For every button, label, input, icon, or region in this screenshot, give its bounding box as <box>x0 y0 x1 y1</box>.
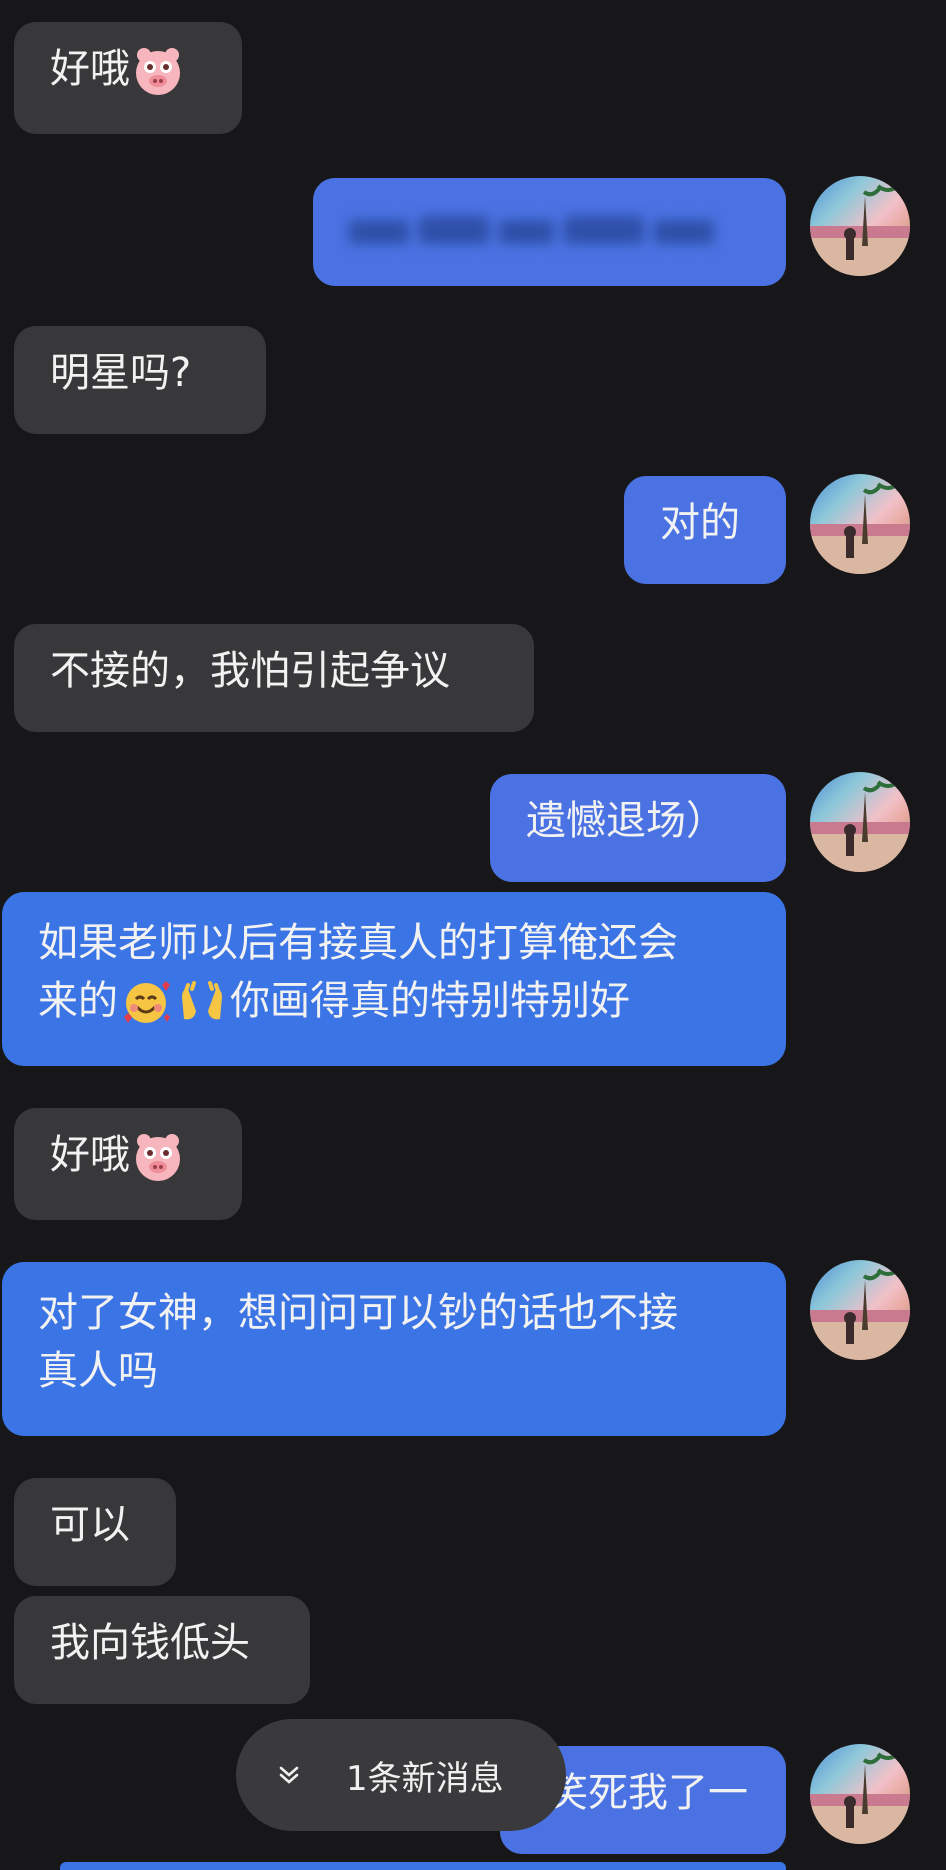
message-bubble-received[interactable]: 明星吗? <box>14 326 266 434</box>
message-text-line-1: 对了女神，想问问可以钞的话也不接 <box>38 1290 678 1336</box>
user-avatar[interactable] <box>810 474 910 574</box>
user-avatar[interactable] <box>810 176 910 276</box>
message-text: 可以 <box>50 1502 130 1548</box>
message-text-line-2: 真人吗 <box>38 1348 158 1394</box>
message-bubble-sent[interactable]: 对的 <box>624 476 786 584</box>
message-bubble-sent[interactable]: 如果老师以后有接真人的打算俺还会 来的 你画得真的特别特别好 <box>2 892 786 1066</box>
new-message-label: 1条新消息 <box>346 1758 504 1799</box>
message-text: 对的 <box>660 500 740 546</box>
message-text: 好哦 <box>50 1132 130 1178</box>
message-text: 遗憾退场） <box>526 798 726 844</box>
message-bubble-sent[interactable]: 对了女神，想问问可以钞的话也不接 真人吗 <box>2 1262 786 1436</box>
message-bubble-received[interactable]: 好哦 <box>14 22 242 134</box>
message-bubble-sent[interactable]: 遗憾退场） <box>490 774 786 882</box>
pig-emoji-icon <box>136 48 180 95</box>
message-text: 明星吗? <box>50 350 192 396</box>
new-message-button[interactable]: 1条新消息 <box>236 1719 566 1831</box>
message-text: 好哦 <box>50 46 130 92</box>
message-bubble-received[interactable]: 我向钱低头 <box>14 1596 310 1704</box>
blurred-text <box>349 206 750 258</box>
palms-up-emoji-icon <box>182 981 222 1020</box>
message-text: 不接的，我怕引起争议 <box>50 648 450 694</box>
message-bubble-received[interactable]: 不接的，我怕引起争议 <box>14 624 534 732</box>
message-text-line-1: 如果老师以后有接真人的打算俺还会 <box>38 920 678 966</box>
smiling-hearts-emoji-icon <box>124 981 170 1023</box>
user-avatar[interactable] <box>810 772 910 872</box>
message-bubble-received[interactable]: 可以 <box>14 1478 176 1586</box>
message-text-line-2: 来的 你画得真的特别特别好 <box>38 972 750 1030</box>
message-text: 笑死我了一 <box>548 1770 748 1816</box>
double-chevron-down-icon <box>279 1766 299 1784</box>
next-message-edge <box>60 1862 786 1870</box>
pig-emoji-icon <box>136 1134 180 1181</box>
user-avatar[interactable] <box>810 1744 910 1844</box>
message-bubble-sent-blurred[interactable] <box>313 178 786 286</box>
message-text: 我向钱低头 <box>50 1620 250 1666</box>
message-bubble-received[interactable]: 好哦 <box>14 1108 242 1220</box>
user-avatar[interactable] <box>810 1260 910 1360</box>
